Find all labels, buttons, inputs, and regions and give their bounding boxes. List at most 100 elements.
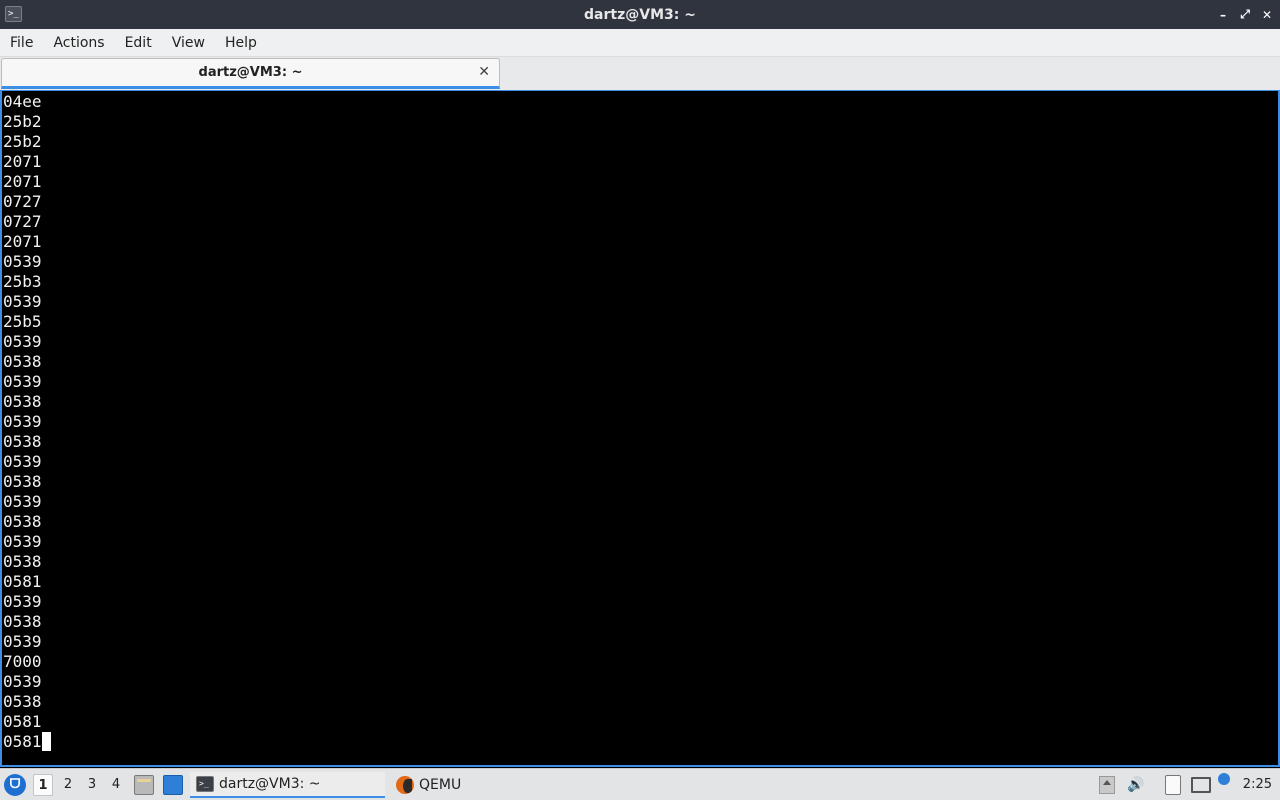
- close-button[interactable]: ✕: [1260, 8, 1274, 22]
- terminal-line: 0538: [3, 612, 1278, 632]
- terminal-line: 25b5: [3, 312, 1278, 332]
- clock[interactable]: 2:25: [1243, 769, 1272, 800]
- window-controls: – ⤢ ✕: [1216, 0, 1274, 29]
- qemu-icon: [396, 776, 414, 794]
- terminal-line-text: 2071: [3, 152, 42, 171]
- notification-icon[interactable]: [1218, 773, 1230, 785]
- terminal-line: 25b3: [3, 272, 1278, 292]
- terminal-line-text: 0581: [3, 712, 42, 731]
- terminal-line: 0539: [3, 292, 1278, 312]
- terminal-output[interactable]: 04ee 25b2 25b2 2071 2071 0727 0727 2071 0539 25b3…: [0, 90, 1280, 767]
- terminal-line-text: 2071: [3, 172, 42, 191]
- maximize-button[interactable]: ⤢: [1238, 7, 1252, 22]
- terminal-line: 0539: [3, 672, 1278, 692]
- terminal-line-text: 0539: [3, 452, 42, 471]
- menu-file[interactable]: File: [0, 29, 43, 57]
- terminal-line: 0539: [3, 492, 1278, 512]
- terminal-line: 0539: [3, 532, 1278, 552]
- terminal-line-text: 0539: [3, 332, 42, 351]
- terminal-line: 2071: [3, 232, 1278, 252]
- terminal-line: 0539: [3, 332, 1278, 352]
- terminal-line: 0581: [3, 732, 1278, 752]
- terminal-line-text: 0539: [3, 632, 42, 651]
- menu-help[interactable]: Help: [215, 29, 267, 57]
- terminal-line-text: 2071: [3, 232, 42, 251]
- terminal-line-text: 0538: [3, 472, 42, 491]
- terminal-line: 0581: [3, 572, 1278, 592]
- tab-close-icon[interactable]: ✕: [478, 64, 490, 80]
- terminal-line-text: 0538: [3, 552, 42, 571]
- menu-actions[interactable]: Actions: [43, 29, 114, 57]
- terminal-line: 0539: [3, 372, 1278, 392]
- terminal-line-text: 0539: [3, 292, 42, 311]
- terminal-line: 0538: [3, 472, 1278, 492]
- terminal-line: 0539: [3, 632, 1278, 652]
- terminal-line-text: 0538: [3, 432, 42, 451]
- terminal-line: 0539: [3, 452, 1278, 472]
- workspace-2[interactable]: 2: [58, 774, 78, 796]
- terminal-line-text: 25b5: [3, 312, 42, 331]
- start-menu-icon[interactable]: ᗜ: [4, 774, 26, 796]
- terminal-line: 0539: [3, 592, 1278, 612]
- terminal-line: 2071: [3, 172, 1278, 192]
- terminal-line-text: 0539: [3, 372, 42, 391]
- terminal-line-text: 0539: [3, 252, 42, 271]
- terminal-line: 0538: [3, 552, 1278, 572]
- task-qemu-label: QEMU: [419, 777, 462, 793]
- window-title: dartz@VM3: ~: [584, 6, 696, 23]
- show-desktop-icon[interactable]: [163, 775, 183, 795]
- terminal-lines: 04ee 25b2 25b2 2071 2071 0727 0727 2071 0539 25b3…: [3, 92, 1278, 752]
- terminal-line-text: 0727: [3, 212, 42, 231]
- tab-bar: dartz@VM3: ~ ✕: [0, 57, 1280, 90]
- terminal-line: 0538: [3, 432, 1278, 452]
- window-titlebar[interactable]: >_ dartz@VM3: ~ – ⤢ ✕: [0, 0, 1280, 29]
- tab-label: dartz@VM3: ~: [198, 65, 303, 80]
- terminal-line: 0538: [3, 512, 1278, 532]
- volume-icon[interactable]: 🔊: [1127, 775, 1145, 795]
- clipboard-icon[interactable]: [1165, 775, 1181, 795]
- terminal-line-text: 7000: [3, 652, 42, 671]
- terminal-line-text: 25b2: [3, 112, 42, 131]
- terminal-line: 0581: [3, 712, 1278, 732]
- terminal-line-text: 04ee: [3, 92, 42, 111]
- workspace-1[interactable]: 1: [33, 774, 53, 796]
- terminal-line: 0727: [3, 192, 1278, 212]
- network-icon[interactable]: [1191, 777, 1211, 793]
- workspace-3[interactable]: 3: [82, 774, 102, 796]
- terminal-line-text: 0539: [3, 492, 42, 511]
- tab-terminal[interactable]: dartz@VM3: ~ ✕: [1, 58, 500, 89]
- terminal-line-text: 0538: [3, 392, 42, 411]
- menu-bar: File Actions Edit View Help: [0, 29, 1280, 57]
- minimize-button[interactable]: –: [1216, 8, 1230, 22]
- terminal-line-text: 0538: [3, 612, 42, 631]
- terminal-line: 2071: [3, 152, 1278, 172]
- terminal-line: 0727: [3, 212, 1278, 232]
- terminal-line: 25b2: [3, 112, 1278, 132]
- terminal-line: 0539: [3, 412, 1278, 432]
- task-terminal-label: dartz@VM3: ~: [219, 776, 321, 792]
- terminal-line: 7000: [3, 652, 1278, 672]
- terminal-line: 25b2: [3, 132, 1278, 152]
- tray-expand-icon[interactable]: [1099, 776, 1115, 794]
- terminal-line-text: 0539: [3, 672, 42, 691]
- workspace-4[interactable]: 4: [106, 774, 126, 796]
- terminal-line: 0538: [3, 352, 1278, 372]
- task-terminal[interactable]: >_ dartz@VM3: ~: [190, 772, 385, 798]
- taskbar: ᗜ 1 2 3 4 >_ dartz@VM3: ~ QEMU 🔊 2:25: [0, 768, 1280, 800]
- terminal-line-text: 25b2: [3, 132, 42, 151]
- terminal-line: 0538: [3, 392, 1278, 412]
- file-manager-icon[interactable]: [134, 775, 154, 795]
- terminal-line-text: 25b3: [3, 272, 42, 291]
- task-qemu[interactable]: QEMU: [388, 772, 578, 798]
- terminal-app-icon: >_: [5, 6, 22, 22]
- terminal-line-text: 0538: [3, 512, 42, 531]
- menu-edit[interactable]: Edit: [115, 29, 162, 57]
- terminal-line-text: 0538: [3, 352, 42, 371]
- terminal-line-text: 0538: [3, 692, 42, 711]
- menu-view[interactable]: View: [162, 29, 215, 57]
- terminal-line: 0539: [3, 252, 1278, 272]
- terminal-line: 0538: [3, 692, 1278, 712]
- terminal-line-text: 0727: [3, 192, 42, 211]
- terminal-cursor: [41, 732, 51, 751]
- terminal-line: 04ee: [3, 92, 1278, 112]
